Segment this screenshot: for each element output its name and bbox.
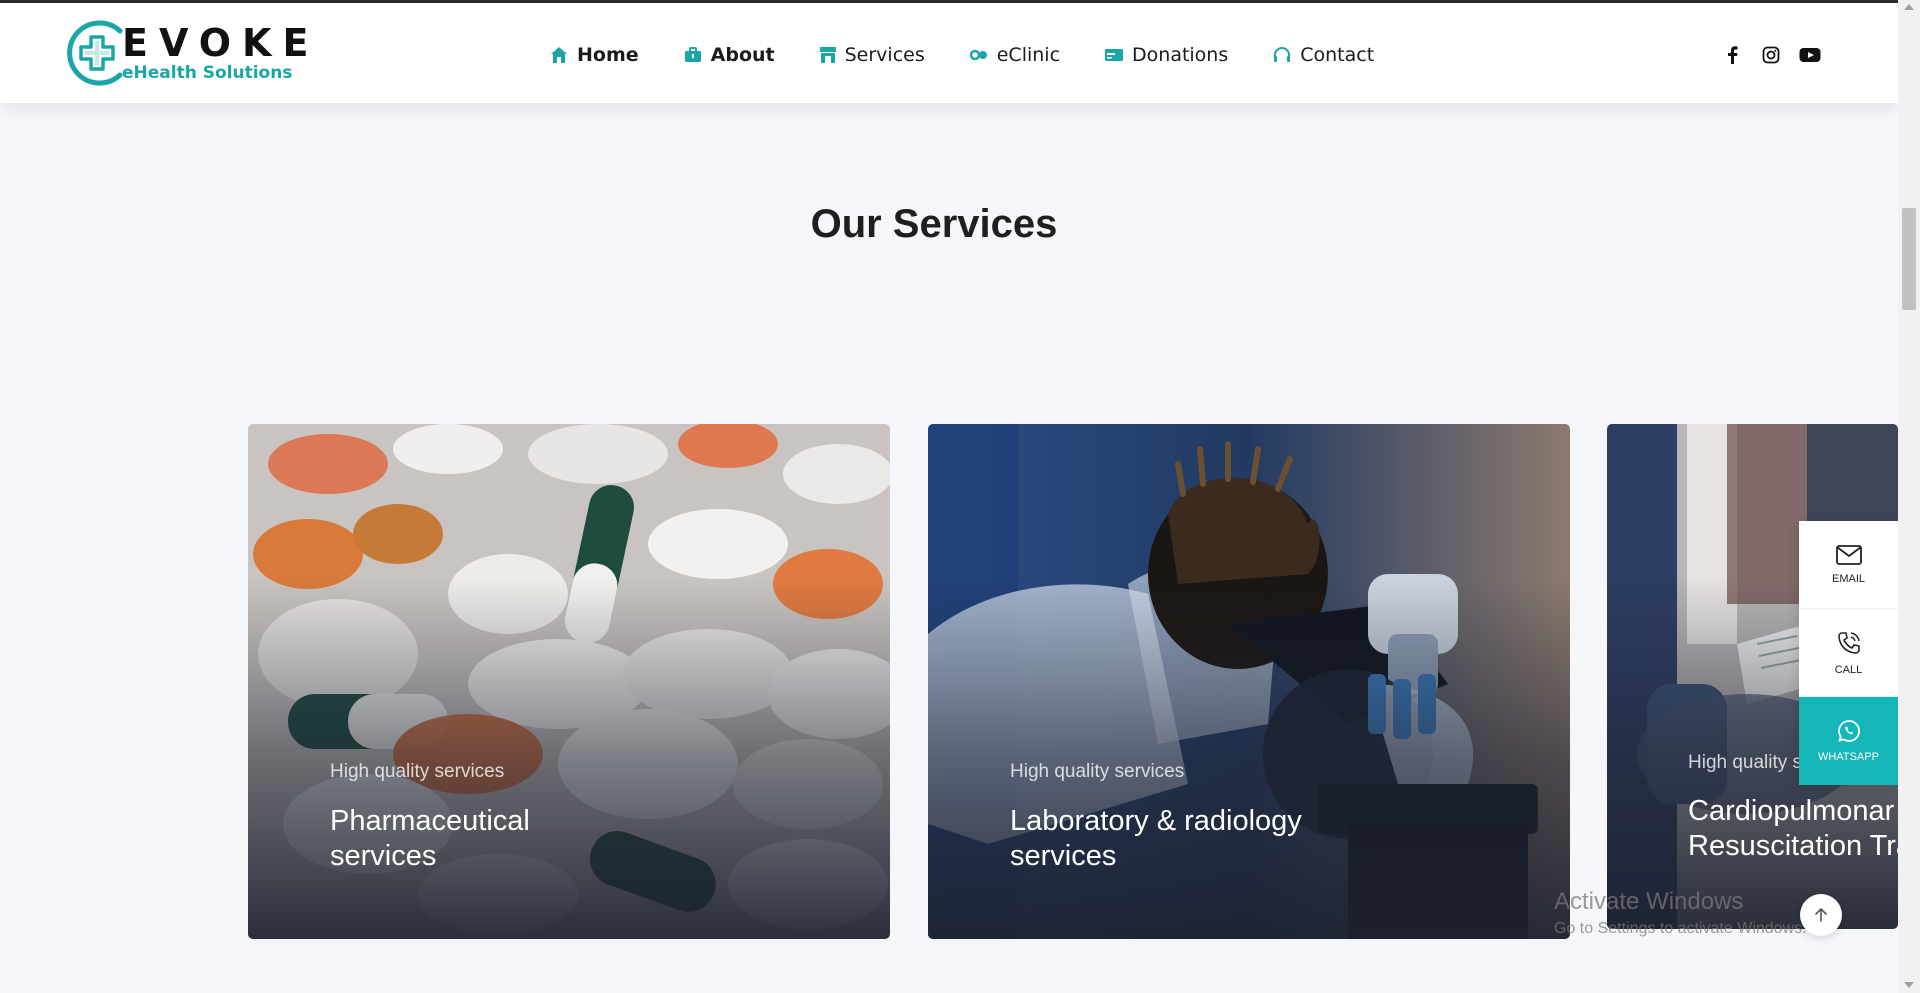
instagram-icon	[1762, 46, 1780, 64]
home-icon	[551, 47, 567, 63]
contact-widget: EMAIL CALL WHATSAPP	[1799, 521, 1898, 785]
whatsapp-icon	[1837, 720, 1860, 742]
facebook-icon	[1728, 46, 1738, 64]
scroll-up-arrow-icon[interactable]	[1904, 4, 1914, 10]
service-card-pharmaceutical[interactable]: High quality services Pharmaceutical ser…	[248, 424, 890, 939]
card-title: Laboratory & radiology services	[1010, 805, 1302, 872]
nav-contact-label: Contact	[1300, 44, 1375, 66]
envelope-icon	[1835, 544, 1862, 565]
scroll-down-arrow-icon[interactable]	[1904, 982, 1914, 988]
nav-home-label: Home	[577, 44, 639, 66]
call-button[interactable]: CALL	[1799, 609, 1898, 697]
card-icon	[1105, 49, 1124, 61]
logo-title: EVOKE	[122, 21, 320, 65]
watermark-subtitle: Go to Settings to activate Windows.	[1554, 920, 1807, 937]
briefcase-icon	[684, 47, 701, 62]
youtube-link[interactable]	[1798, 43, 1822, 67]
scrollbar-track[interactable]	[1898, 0, 1920, 993]
scrollbar-thumb[interactable]	[1902, 208, 1916, 310]
headset-icon	[1274, 47, 1291, 62]
email-label: EMAIL	[1831, 572, 1865, 585]
nav-donations[interactable]: Donations	[1104, 44, 1228, 66]
nav-about-label: About	[710, 44, 775, 66]
facebook-link[interactable]	[1720, 43, 1744, 67]
card-eyebrow: High quality s	[1688, 752, 1803, 773]
whatsapp-button[interactable]: WHATSAPP	[1799, 697, 1898, 785]
call-label: CALL	[1834, 663, 1863, 676]
activate-windows-watermark: Activate Windows Go to Settings to activ…	[1554, 888, 1807, 938]
card-eyebrow: High quality services	[1010, 761, 1185, 782]
scroll-to-top-button[interactable]	[1800, 894, 1842, 936]
nav-services-label: Services	[844, 44, 925, 66]
social-links	[1720, 43, 1837, 67]
logo-tagline: eHealth Solutions	[122, 63, 293, 83]
phone-icon	[1837, 631, 1860, 654]
logo[interactable]: EVOKE eHealth Solutions	[62, 17, 308, 91]
nav-about[interactable]: About	[683, 44, 775, 66]
card-title: Cardiopulmonar Resuscitation Tra	[1688, 795, 1898, 862]
nav-contact[interactable]: Contact	[1272, 44, 1374, 66]
email-button[interactable]: EMAIL	[1799, 521, 1898, 609]
arrow-up-icon	[1815, 908, 1827, 922]
service-card-laboratory[interactable]: High quality services Laboratory & radio…	[928, 424, 1570, 939]
card-title: Pharmaceutical services	[330, 805, 530, 872]
nav-donations-label: Donations	[1132, 44, 1229, 66]
instagram-link[interactable]	[1759, 43, 1783, 67]
watermark-title: Activate Windows	[1554, 888, 1744, 915]
nav-eclinic-label: eClinic	[996, 44, 1061, 66]
link-icon	[969, 49, 987, 61]
nav-eclinic[interactable]: eClinic	[969, 44, 1060, 66]
card-eyebrow: High quality services	[330, 761, 505, 782]
main-nav: Home About Services eClinic Donations Co…	[549, 41, 1418, 69]
store-icon	[819, 47, 836, 63]
section-title: Our Services	[810, 202, 1058, 246]
youtube-icon	[1799, 48, 1821, 62]
nav-home[interactable]: Home	[549, 44, 639, 66]
whatsapp-label: WHATSAPP	[1818, 751, 1879, 763]
site-header: EVOKE eHealth Solutions Home About Servi…	[0, 3, 1898, 103]
nav-services[interactable]: Services	[819, 44, 925, 66]
